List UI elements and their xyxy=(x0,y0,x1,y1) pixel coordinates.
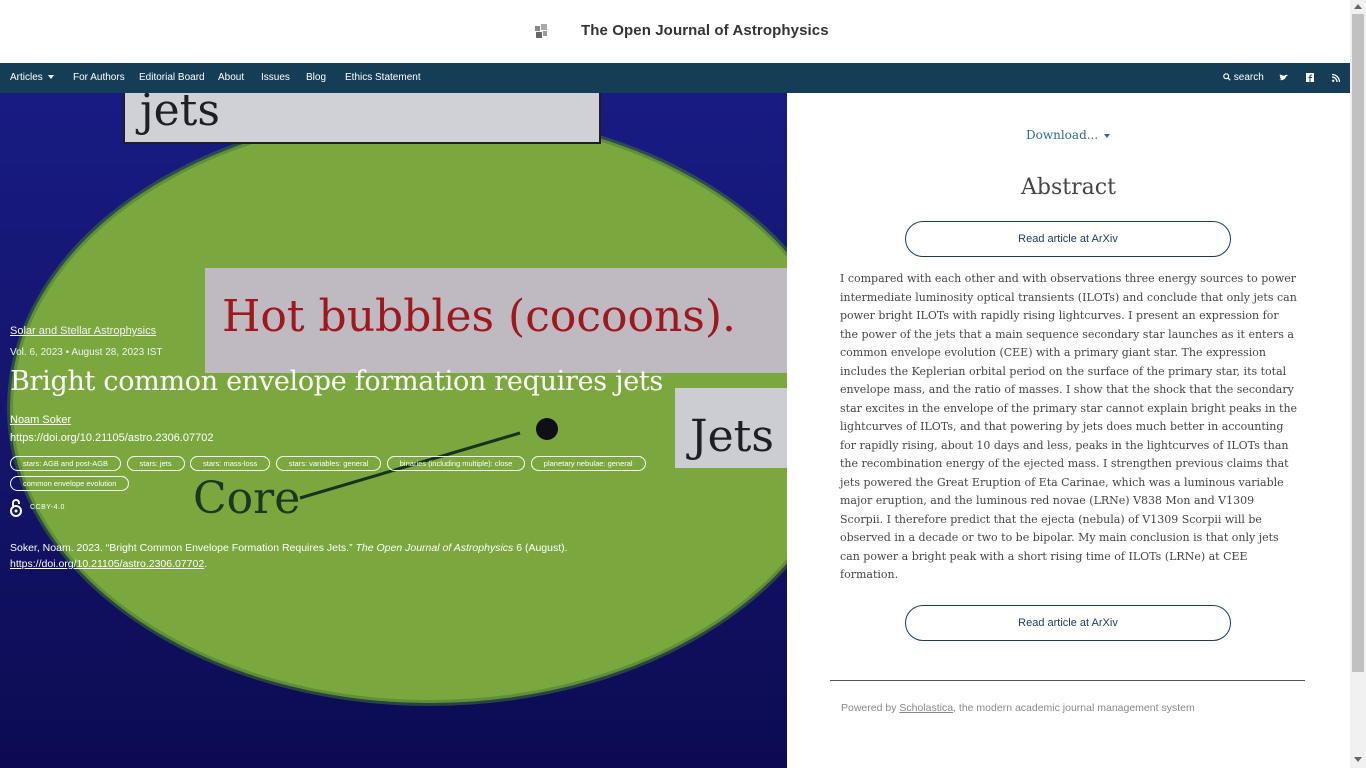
abstract-text: I compared with each other and with obse… xyxy=(840,272,1298,581)
article-subject-link[interactable]: Solar and Stellar Astrophysics xyxy=(10,325,156,337)
main-nav: Articles For Authors Editorial Board Abo… xyxy=(0,63,1350,93)
keyword-tag[interactable]: stars: AGB and post-AGB xyxy=(10,456,122,471)
read-at-arxiv-button[interactable]: Read article at ArXiv xyxy=(905,221,1231,257)
keyword-tag[interactable]: stars: jets xyxy=(126,456,185,471)
footer-divider xyxy=(830,680,1305,681)
citation-main: Soker, Noam. 2023. “Bright Common Envelo… xyxy=(10,542,353,554)
search-label: search xyxy=(1233,72,1264,83)
read-at-arxiv-button-bottom[interactable]: Read article at ArXiv xyxy=(905,605,1231,641)
keyword-tag[interactable]: binaries (including multiple): close xyxy=(386,456,526,471)
facebook-icon[interactable] xyxy=(1306,73,1314,82)
scroll-up-arrow-icon[interactable] xyxy=(1354,4,1362,9)
scholastica-link[interactable]: Scholastica xyxy=(899,702,953,714)
keyword-tag[interactable]: stars: mass-loss xyxy=(190,456,271,471)
nav-item-blog[interactable]: Blog xyxy=(306,72,326,83)
article-volume-date: Vol. 6, 2023 • August 28, 2023 IST xyxy=(10,347,163,358)
article-title: Bright common envelope formation require… xyxy=(10,366,663,397)
license-label: CCBY-4.0 xyxy=(30,504,65,511)
nav-item-label: Articles xyxy=(10,72,43,83)
page-scrollbar[interactable] xyxy=(1350,0,1366,768)
footer-suffix: , the modern academic journal management… xyxy=(953,702,1195,714)
keyword-tag[interactable]: common envelope evolution xyxy=(10,476,130,491)
nav-item-editorial-board[interactable]: Editorial Board xyxy=(139,72,205,83)
abstract-heading: Abstract xyxy=(1021,175,1116,200)
open-access-icon xyxy=(10,499,22,517)
nav-item-for-authors[interactable]: For Authors xyxy=(73,72,125,83)
chevron-down-icon xyxy=(1104,133,1111,138)
search-link[interactable]: search xyxy=(1223,72,1264,83)
search-icon xyxy=(1223,73,1231,81)
twitter-icon[interactable] xyxy=(1279,74,1288,82)
nav-item-about[interactable]: About xyxy=(218,72,244,83)
keyword-tag[interactable]: planetary nebulae: general xyxy=(530,456,646,471)
nav-item-ethics-statement[interactable]: Ethics Statement xyxy=(345,72,421,83)
scroll-down-arrow-icon[interactable] xyxy=(1354,757,1362,762)
chevron-down-icon xyxy=(47,75,54,80)
license-badge[interactable]: CCBY-4.0 xyxy=(10,498,65,517)
download-dropdown[interactable]: Download... xyxy=(1026,128,1111,142)
keyword-tags: stars: AGB and post-AGB stars: jets star… xyxy=(10,453,730,493)
citation-issue: 6 (August). xyxy=(516,542,568,554)
scrollbar-thumb[interactable] xyxy=(1352,14,1364,672)
download-label: Download... xyxy=(1026,128,1099,142)
citation-text: Soker, Noam. 2023. “Bright Common Envelo… xyxy=(10,540,710,572)
keyword-tag[interactable]: stars: variables: general xyxy=(275,456,382,471)
article-hero: jets Hot bubbles (cocoons). Jets Core So… xyxy=(0,93,787,768)
abstract-panel: Download... Abstract Read article at ArX… xyxy=(787,93,1350,768)
citation-journal: The Open Journal of Astrophysics xyxy=(355,542,514,554)
footer-prefix: Powered by xyxy=(841,702,900,714)
author-link[interactable]: Noam Soker xyxy=(10,414,71,426)
journal-logo-icon[interactable] xyxy=(533,23,549,39)
powered-by-footer: Powered by Scholastica, the modern acade… xyxy=(841,702,1195,714)
nav-item-articles[interactable]: Articles xyxy=(10,72,54,83)
nav-item-issues[interactable]: Issues xyxy=(261,72,290,83)
site-header: The Open Journal of Astrophysics xyxy=(0,0,1350,63)
site-title[interactable]: The Open Journal of Astrophysics xyxy=(581,22,829,39)
hero-figure-image: jets Hot bubbles (cocoons). Jets Core xyxy=(0,93,787,768)
citation-doi-link[interactable]: https://doi.org/10.21105/astro.2306.0770… xyxy=(10,558,204,570)
citation-trailing: . xyxy=(204,558,208,570)
rss-icon[interactable] xyxy=(1332,74,1340,82)
article-doi: https://doi.org/10.21105/astro.2306.0770… xyxy=(10,432,214,444)
